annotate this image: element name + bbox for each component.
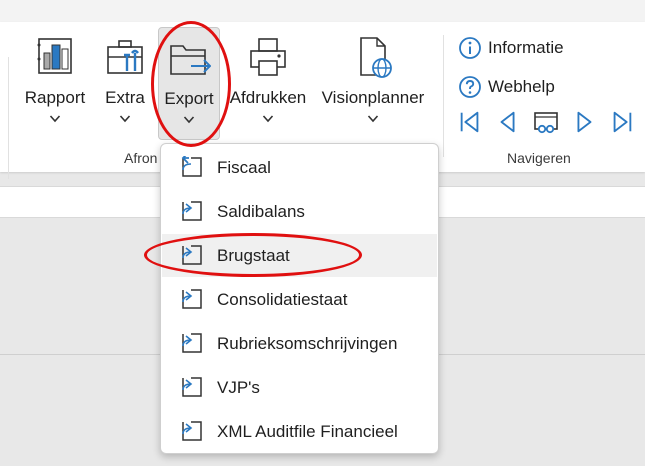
title-strip — [0, 0, 645, 22]
group-label-navigeren: Navigeren — [507, 150, 571, 166]
webhelp-label: Webhelp — [488, 77, 555, 96]
menu-item-xml-auditfile-financieel[interactable]: XML Auditfile Financieel — [162, 410, 437, 453]
chevron-down-icon — [183, 116, 195, 124]
next-icon — [577, 111, 592, 133]
report-chart-icon — [37, 38, 72, 74]
extra-button[interactable]: Extra — [100, 27, 150, 140]
menu-item-label: Rubrieksomschrijvingen — [217, 333, 398, 353]
find-record-icon — [534, 112, 558, 134]
informatie-label: Informatie — [488, 38, 564, 57]
help-icon — [459, 76, 481, 98]
first-record-button[interactable] — [456, 108, 484, 136]
extra-label: Extra — [105, 88, 145, 107]
menu-item-label: Consolidatiestaat — [217, 289, 348, 309]
menu-item-label: Saldibalans — [217, 201, 305, 221]
export-item-icon — [182, 421, 202, 441]
chevron-down-icon — [367, 115, 379, 123]
visionplanner-button[interactable]: Visionplanner — [316, 27, 430, 140]
export-dropdown-menu: Fiscaal Saldibalans Brugstaat Consolidat… — [160, 143, 439, 454]
group-label-afronden: Afron — [124, 150, 158, 166]
visionplanner-label: Visionplanner — [321, 88, 425, 107]
menu-item-consolidatiestaat[interactable]: Consolidatiestaat — [162, 278, 437, 321]
menu-item-fiscaal[interactable]: Fiscaal — [162, 146, 437, 189]
printer-icon — [250, 38, 286, 76]
export-item-icon — [182, 333, 202, 353]
first-icon — [460, 111, 479, 133]
chevron-down-icon — [262, 115, 274, 123]
afdrukken-button[interactable]: Afdrukken — [226, 27, 310, 140]
menu-item-brugstaat[interactable]: Brugstaat — [162, 234, 437, 277]
menu-item-saldibalans[interactable]: Saldibalans — [162, 190, 437, 233]
last-icon — [613, 111, 632, 133]
document-globe-icon — [360, 37, 392, 78]
export-item-icon — [182, 245, 202, 265]
menu-item-rubrieksomschrijvingen[interactable]: Rubrieksomschrijvingen — [162, 322, 437, 365]
previous-icon — [500, 111, 515, 133]
rapport-button[interactable]: Rapport — [16, 27, 94, 140]
afdrukken-label: Afdrukken — [229, 88, 307, 107]
chevron-down-icon — [49, 115, 61, 123]
chevron-down-icon — [119, 115, 131, 123]
export-button[interactable]: Export — [158, 27, 220, 140]
menu-item-label: VJP's — [217, 377, 260, 397]
rapport-label: Rapport — [24, 88, 86, 107]
navigation-controls — [456, 108, 636, 136]
menu-item-vjps[interactable]: VJP's — [162, 366, 437, 409]
folder-export-icon — [170, 45, 211, 75]
toolbox-icon — [107, 40, 143, 74]
menu-item-label: Brugstaat — [217, 245, 290, 265]
export-label: Export — [164, 89, 214, 108]
export-item-icon — [182, 377, 202, 397]
export-item-icon — [181, 156, 202, 177]
menu-item-label: Fiscaal — [217, 157, 271, 177]
group-separator — [443, 35, 444, 157]
menu-item-label: XML Auditfile Financieel — [217, 421, 398, 441]
ribbon-divider — [8, 57, 9, 179]
export-item-icon — [182, 289, 202, 309]
next-record-button[interactable] — [570, 108, 598, 136]
previous-record-button[interactable] — [494, 108, 522, 136]
webhelp-button[interactable]: Webhelp — [458, 73, 555, 101]
export-item-icon — [182, 201, 202, 221]
informatie-button[interactable]: Informatie — [458, 34, 564, 62]
find-record-button[interactable] — [532, 108, 560, 136]
last-record-button[interactable] — [608, 108, 636, 136]
info-icon — [459, 37, 481, 59]
